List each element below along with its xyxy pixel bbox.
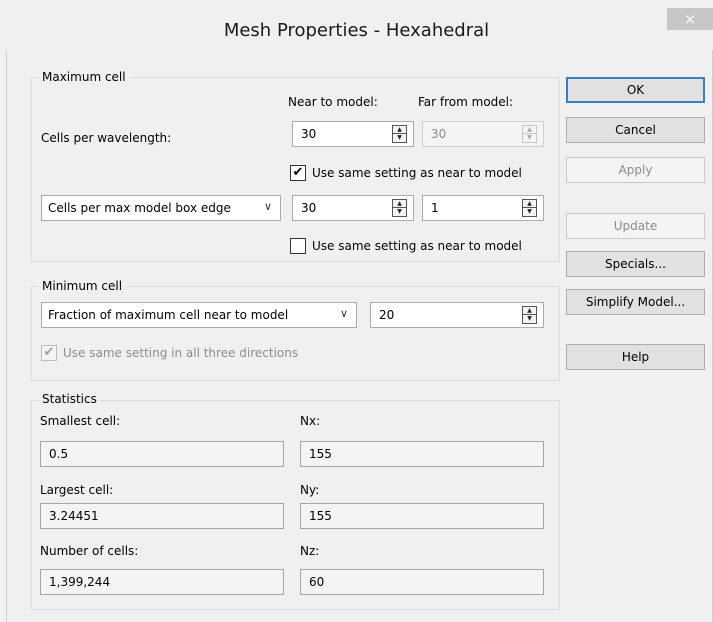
near-to-model-header: Near to model: [288,95,378,109]
spin-up-arrow-icon[interactable]: ▲ [393,200,406,208]
nx-value: 155 [309,447,332,461]
nx-label: Nx: [300,414,321,428]
wavelength-same-setting-label: Use same setting as near to model [312,166,522,180]
checkbox-unchecked[interactable] [290,238,306,254]
nz-label: Nz: [300,544,320,558]
specials-button[interactable]: Specials... [566,251,705,277]
spin-up-arrow-icon[interactable]: ▲ [523,307,536,315]
nx-field: 155 [300,441,544,467]
help-button[interactable]: Help [566,344,705,370]
number-of-cells-label: Number of cells: [40,544,139,558]
simplify-model-button[interactable]: Simplify Model... [566,289,705,315]
checkmark-icon[interactable]: ✔ [290,165,306,181]
maximum-cell-group-label: Maximum cell [39,70,129,84]
minimum-cell-group [31,286,560,381]
chevron-down-icon[interactable]: ∨ [340,307,348,320]
box-edge-same-setting-label: Use same setting as near to model [312,239,522,253]
cells-per-wavelength-far-stepper: 30 ▲ ▼ [422,121,544,147]
wavelength-same-setting-checkbox[interactable]: ✔ Use same setting as near to model [290,165,550,183]
title-bar: Mesh Properties - Hexahedral × [0,0,713,50]
spin-down-arrow-icon[interactable]: ▼ [523,315,536,323]
all-directions-checkbox: ✔ Use same setting in all three directio… [41,345,341,363]
far-from-model-header: Far from model: [418,95,514,109]
spin-up-arrow-icon[interactable]: ▲ [393,126,406,134]
smallest-cell-field: 0.5 [40,441,284,467]
spin-down-arrow-icon[interactable]: ▼ [393,134,406,142]
ok-button[interactable]: OK [566,77,705,103]
min-cell-mode-value: Fraction of maximum cell near to model [48,308,289,322]
cells-per-wavelength-near-stepper[interactable]: 30 ▲ ▼ [292,121,414,147]
largest-cell-value: 3.24451 [49,509,99,523]
statistics-group-label: Statistics [39,392,100,406]
stepper-arrows[interactable]: ▲ ▼ [522,199,537,217]
stepper-arrows[interactable]: ▲ ▼ [522,306,537,324]
cells-per-wavelength-label: Cells per wavelength: [41,131,172,145]
window-title: Mesh Properties - Hexahedral [223,20,490,41]
spin-down-arrow-icon[interactable]: ▼ [523,208,536,216]
box-edge-near-stepper[interactable]: 30 ▲ ▼ [292,195,414,221]
close-button[interactable]: × [667,8,713,30]
box-edge-near-value[interactable]: 30 [301,201,316,215]
box-edge-far-value[interactable]: 1 [431,201,439,215]
min-cell-stepper[interactable]: 20 ▲ ▼ [370,302,544,328]
spin-down-arrow-icon[interactable]: ▼ [393,208,406,216]
number-of-cells-value: 1,399,244 [49,575,111,589]
apply-button: Apply [566,157,705,183]
number-of-cells-field: 1,399,244 [40,569,284,595]
box-edge-same-setting-checkbox[interactable]: Use same setting as near to model [290,238,550,256]
box-edge-far-stepper[interactable]: 1 ▲ ▼ [422,195,544,221]
checkmark-icon: ✔ [41,345,57,361]
stepper-arrows[interactable]: ▲ ▼ [392,125,407,143]
window-border-left [6,50,7,622]
smallest-cell-label: Smallest cell: [40,414,121,428]
nz-value: 60 [309,575,325,589]
stepper-arrows: ▲ ▼ [522,125,537,143]
cells-per-wavelength-near-value[interactable]: 30 [301,127,316,141]
spin-up-arrow-icon: ▲ [523,126,536,134]
min-cell-value[interactable]: 20 [379,308,394,322]
spin-down-arrow-icon: ▼ [527,134,532,141]
spin-up-arrow-icon[interactable]: ▲ [523,200,536,208]
ny-label: Ny: [300,483,320,497]
close-icon: × [683,10,697,28]
smallest-cell-value: 0.5 [49,447,69,461]
ny-value: 155 [309,509,332,523]
ny-field: 155 [300,503,544,529]
largest-cell-label: Largest cell: [40,483,114,497]
minimum-cell-group-label: Minimum cell [39,279,126,293]
largest-cell-field: 3.24451 [40,503,284,529]
nz-field: 60 [300,569,544,595]
min-cell-mode-select[interactable]: Fraction of maximum cell near to model ∨ [41,302,357,328]
max-cell-mode-value: Cells per max model box edge [48,201,231,215]
cells-per-wavelength-far-value: 30 [431,127,447,141]
chevron-down-icon[interactable]: ∨ [264,200,272,213]
stepper-arrows[interactable]: ▲ ▼ [392,199,407,217]
all-directions-label: Use same setting in all three directions [63,346,299,360]
update-button: Update [566,213,705,239]
max-cell-mode-select[interactable]: Cells per max model box edge ∨ [41,195,281,221]
cancel-button[interactable]: Cancel [566,117,705,143]
